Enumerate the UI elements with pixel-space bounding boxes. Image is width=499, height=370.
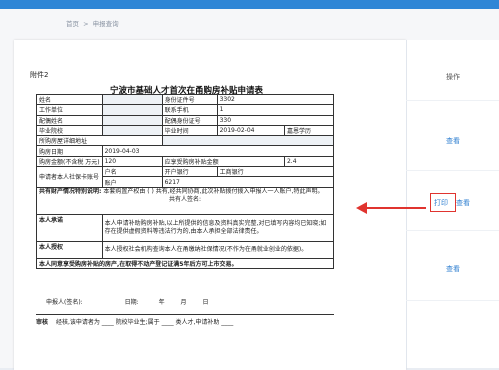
cell-value: 2019-02-04 bbox=[216, 124, 285, 137]
cell-value: 嘉恩学历 bbox=[283, 124, 335, 137]
cell-label: 所购房屋详细地址 bbox=[36, 135, 163, 147]
cell-value: 6217 bbox=[161, 176, 335, 188]
operations-column-header: 操作 bbox=[446, 73, 460, 81]
table-row: 工作单位 x 联系手机 1 bbox=[36, 104, 335, 116]
cell-label: 工作单位 bbox=[36, 104, 103, 116]
breadcrumb-current: 申报查询 bbox=[92, 20, 119, 28]
cell-value: x bbox=[101, 104, 163, 116]
table-row: 购房金额(不含税 万元) 120 应享受购房补贴金额 2.4 bbox=[36, 155, 335, 168]
cell-label: 配偶姓名 bbox=[36, 114, 103, 126]
cell-label: 毕业时间 bbox=[161, 124, 218, 137]
month-label: 月 bbox=[180, 299, 187, 306]
row-divider bbox=[406, 170, 499, 171]
cell-label: 申请者本人社保卡账号 bbox=[36, 166, 103, 188]
table-row: 共有财产情况特别说明: 本套购置产权由 ( ) 共有,经共同协商,此次补贴拨付拨… bbox=[36, 186, 334, 215]
cell-label: 配偶身份证号 bbox=[161, 114, 218, 126]
cell-label: 账户 bbox=[101, 176, 163, 188]
top-nav-bar bbox=[0, 0, 499, 9]
co-owner-signature-label: 共有人签名: bbox=[169, 195, 202, 203]
cell-label: 毕业院校 bbox=[36, 124, 103, 137]
cell-label: 姓名 bbox=[36, 93, 103, 106]
highlight-arrow-shaft bbox=[366, 207, 426, 209]
cell-label: 身份证件号 bbox=[161, 93, 218, 106]
cell-value: 120 bbox=[101, 155, 163, 168]
view-link[interactable]: 查看 bbox=[446, 136, 460, 146]
table-row: 毕业院校 x 毕业时间 2019-02-04 嘉恩学历 bbox=[36, 124, 335, 137]
cell-value: x bbox=[101, 124, 163, 137]
promise-text: 本人申请补助购房补贴,以上所提供的信息及资料真实完整,对已填写内容均已知晓;如存… bbox=[101, 213, 335, 242]
row-divider bbox=[406, 100, 499, 101]
cell-value: x bbox=[101, 114, 163, 126]
promise-label: 本人承诺 bbox=[36, 213, 103, 242]
cell-label: 应享受购房补贴金额 bbox=[161, 155, 285, 168]
declaration-text: 本套购置产权由 ( ) 共有,经共同协商,此次补贴拨付拨入申报人一人账户,特此声… bbox=[103, 187, 324, 195]
print-highlight-box bbox=[430, 193, 456, 212]
declaration-title: 共有财产情况特别说明: bbox=[39, 187, 102, 195]
breadcrumb-separator: > bbox=[83, 20, 89, 28]
cell-value: 工商银行 bbox=[216, 166, 335, 178]
table-row: 本人授权 本人授权社会机构查询本人在甬缴纳社保情况(不作为在甬就业创业的依据)。 bbox=[36, 240, 335, 259]
row-divider bbox=[406, 300, 499, 301]
breadcrumb: 首页 > 申报查询 bbox=[66, 18, 121, 28]
table-row: 申请者本人社保卡账号 户名 开户银行 工商银行 bbox=[36, 166, 335, 188]
row-divider bbox=[406, 230, 499, 231]
cell-label: 联系手机 bbox=[161, 104, 218, 116]
review-text: 经核,该申请者为 ____ 院校毕业生;属于 ____ 类人才,申请补助 ___… bbox=[55, 319, 234, 326]
cell-value: 330 bbox=[216, 114, 335, 126]
table-row: 本人同意享受购房补贴的房产,在取得不动产登记证满5年后方可上市交易。 bbox=[36, 257, 334, 269]
cell-value: 1 bbox=[216, 104, 335, 116]
review-label: 审核 bbox=[36, 319, 49, 326]
cell-value: 2.4 bbox=[283, 155, 335, 168]
view-link[interactable]: 查看 bbox=[456, 198, 470, 208]
table-row: 姓名 x 身份证件号 3302 bbox=[36, 93, 335, 106]
cell-value: 3302 bbox=[216, 93, 335, 106]
declaration-cell: 共有财产情况特别说明: 本套购置产权由 ( ) 共有,经共同协商,此次补贴拨付拨… bbox=[36, 186, 334, 215]
year-label: 年 bbox=[158, 299, 165, 306]
breadcrumb-home[interactable]: 首页 bbox=[66, 20, 79, 28]
day-label: 日 bbox=[202, 299, 209, 306]
cell-value: x bbox=[101, 93, 163, 106]
arrow-left-icon bbox=[356, 202, 367, 214]
date-label: 日期: bbox=[124, 299, 139, 306]
application-form-table: 姓名 x 身份证件号 3302 工作单位 x 联系手机 1 配偶姓名 x 配偶身… bbox=[36, 93, 335, 269]
view-link[interactable]: 查看 bbox=[446, 264, 460, 274]
table-row: 所购房屋详细地址 x bbox=[36, 135, 335, 147]
cell-value: x bbox=[161, 135, 335, 147]
table-row: 本人承诺 本人申请补助购房补贴,以上所提供的信息及资料真实完整,对已填写内容均已… bbox=[36, 213, 335, 242]
cell-label: 购房日期 bbox=[36, 145, 103, 157]
signature-area: 申报人(签名): 日期: 年 月 日 审核 经核,该申请者为 ____ 院校毕业… bbox=[36, 297, 334, 326]
table-row: 配偶姓名 x 配偶身份证号 330 bbox=[36, 114, 335, 126]
auth-label: 本人授权 bbox=[36, 240, 103, 259]
cell-value: 2019-04-03 bbox=[101, 145, 335, 157]
attachment-label: 附件2 bbox=[30, 71, 49, 79]
table-row: 购房日期 2019-04-03 bbox=[36, 145, 335, 157]
cell-label: 户名 bbox=[101, 166, 163, 178]
agree-text: 本人同意享受购房补贴的房产,在取得不动产登记证满5年后方可上市交易。 bbox=[36, 257, 334, 269]
cell-label: 购房金额(不含税 万元) bbox=[36, 155, 103, 168]
cell-label: 开户银行 bbox=[161, 166, 218, 178]
auth-text: 本人授权社会机构查询本人在甬缴纳社保情况(不作为在甬就业创业的依据)。 bbox=[101, 240, 335, 259]
applicant-sign-label: 申报人(签名): bbox=[46, 299, 83, 306]
